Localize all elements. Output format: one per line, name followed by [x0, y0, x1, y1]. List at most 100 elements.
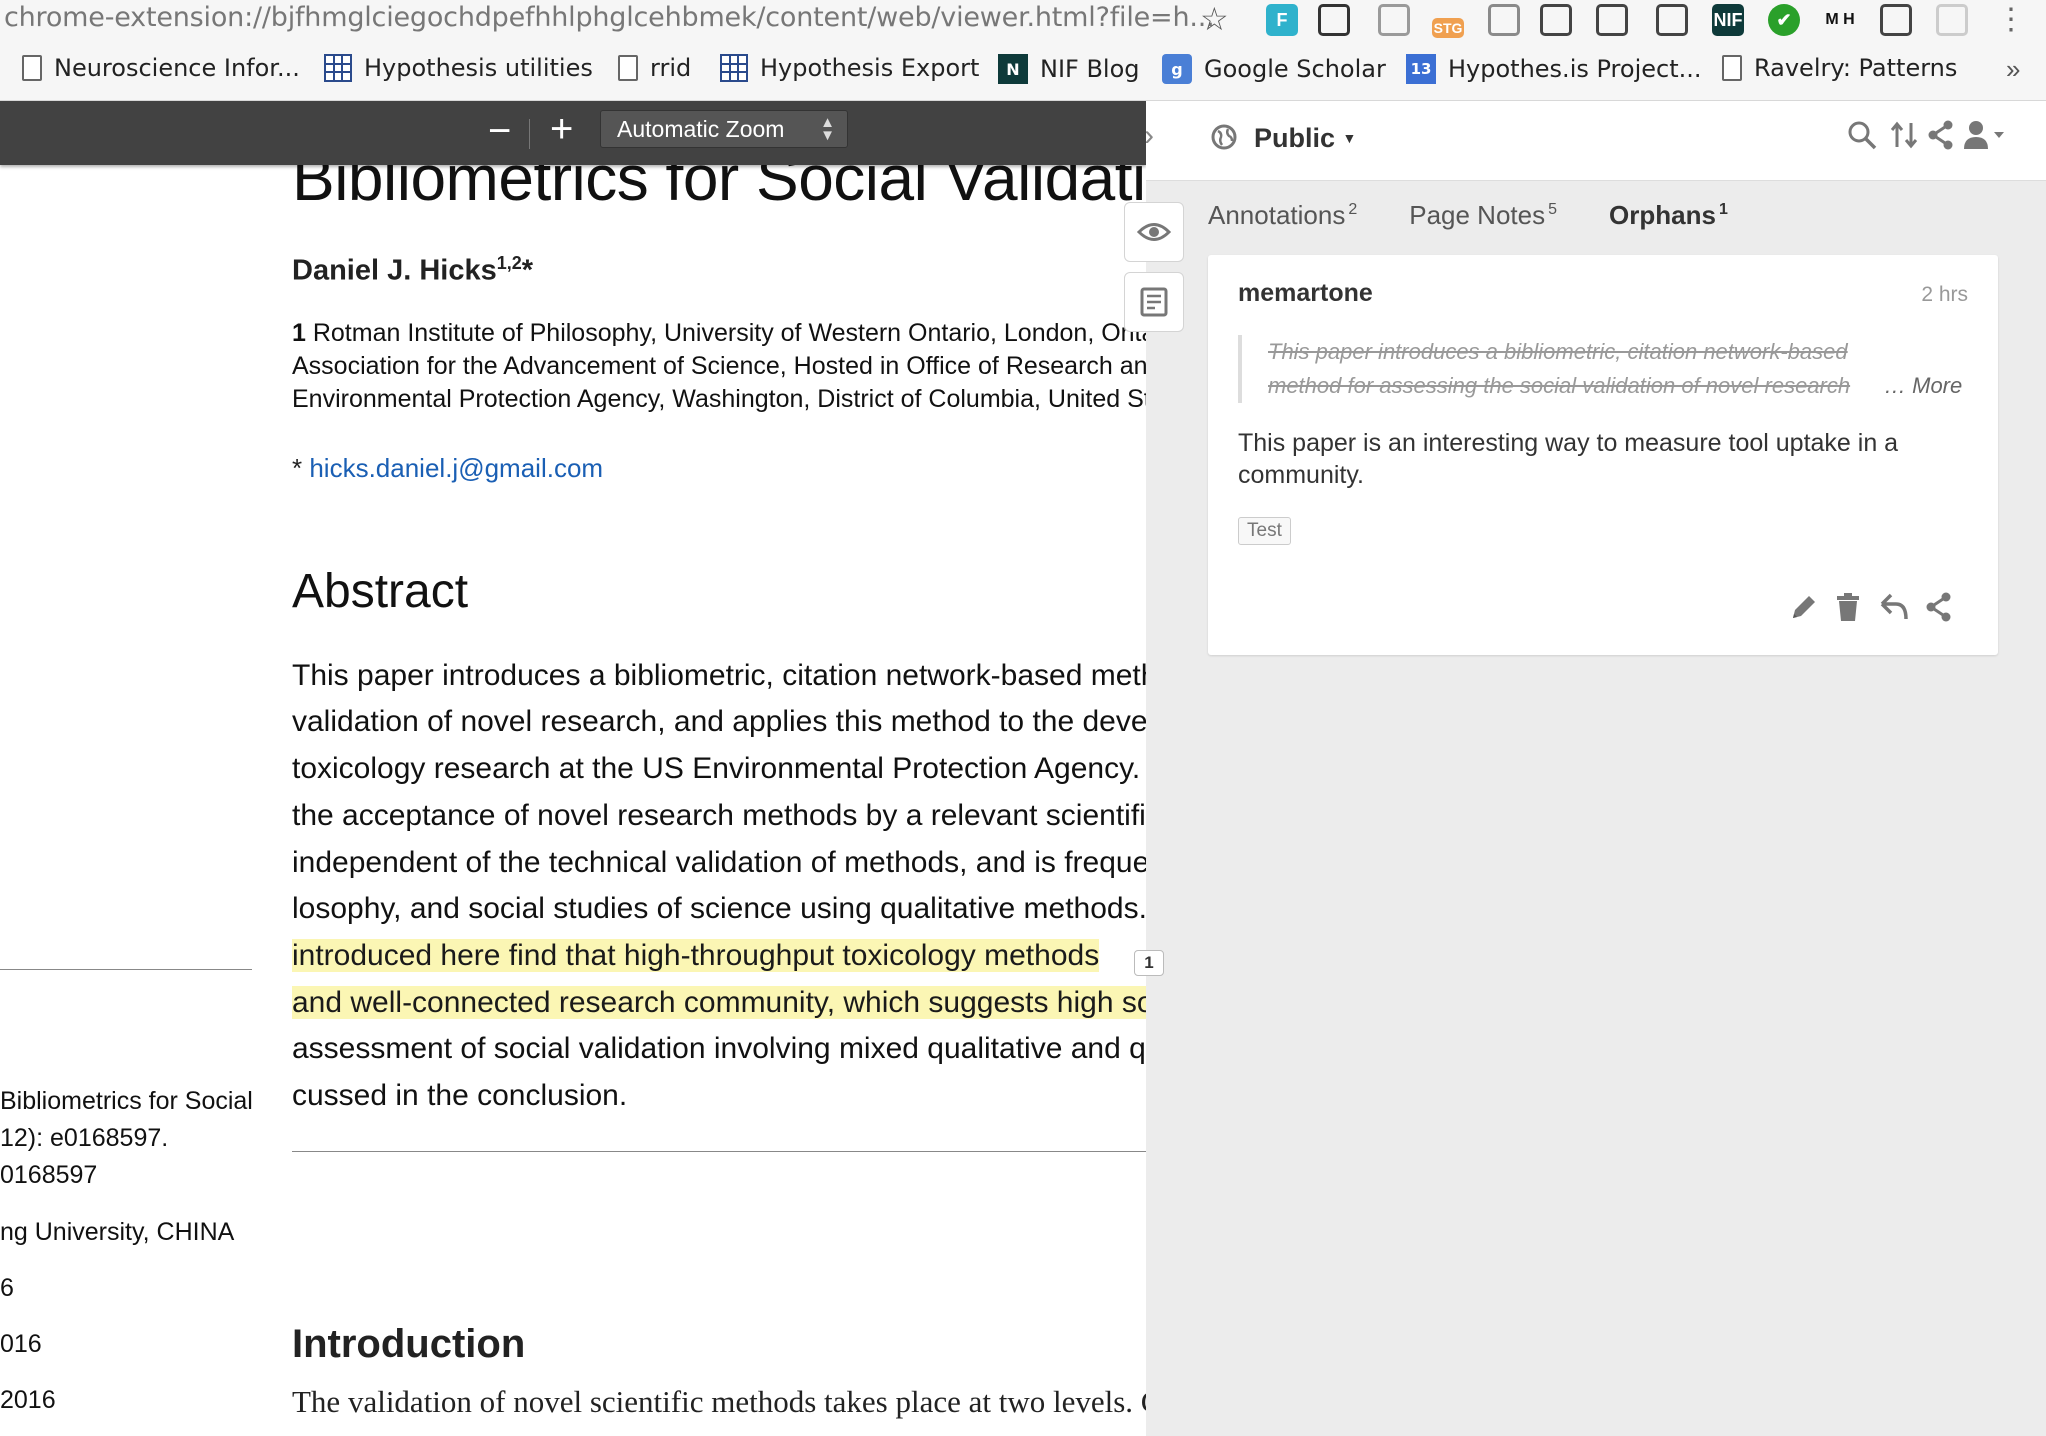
- grid-icon: [720, 54, 748, 82]
- share-icon[interactable]: [1924, 591, 1954, 623]
- bookmark-label: Ravelry: Patterns: [1754, 54, 1958, 82]
- sort-icon[interactable]: [1888, 119, 1920, 151]
- citation-text: Bibliometrics for Social: [0, 1087, 253, 1115]
- grid-icon: [324, 54, 352, 82]
- affiliation-number: 1: [292, 319, 306, 347]
- page-icon: [618, 55, 638, 81]
- annotation-count-bubble[interactable]: 1: [1134, 950, 1164, 976]
- email-link[interactable]: hicks.daniel.j@gmail.com: [309, 453, 603, 483]
- received-date: 6: [0, 1274, 14, 1302]
- abstract-line: validation of novel research, and applie…: [292, 705, 1146, 738]
- browser-address-bar: chrome-extension://bjfhmglciegochdpefhhl…: [0, 0, 2046, 42]
- toolbar-divider: [529, 119, 530, 149]
- select-arrows-icon: ▲ ▼: [820, 114, 835, 144]
- doi-text: 0168597: [0, 1161, 98, 1189]
- bookmark-item[interactable]: N NIF Blog: [998, 54, 1140, 84]
- abstract-line: independent of the technical validation …: [292, 846, 1146, 879]
- page-icon: [22, 55, 42, 81]
- bookmark-item[interactable]: Hypothesis Export: [720, 54, 979, 82]
- speech-bubble-extension-icon[interactable]: [1318, 4, 1350, 36]
- tab-label: Annotations: [1208, 200, 1346, 230]
- slash-extension-icon-2[interactable]: [1880, 4, 1912, 36]
- tab-page-notes[interactable]: Page Notes 5: [1409, 200, 1557, 231]
- toggle-highlights-button[interactable]: [1124, 202, 1184, 262]
- pdf-toolbar: − + Automatic Zoom ▲ ▼: [0, 101, 1146, 165]
- comment-extension-icon[interactable]: [1936, 4, 1968, 36]
- bookmark-item[interactable]: Neuroscience Infor...: [22, 54, 300, 82]
- tab-annotations[interactable]: Annotations 2: [1208, 200, 1357, 231]
- zoom-select[interactable]: Automatic Zoom ▲ ▼: [600, 110, 848, 148]
- grey-bubble-extension-icon[interactable]: [1488, 4, 1520, 36]
- tab-orphans[interactable]: Orphans 1: [1609, 200, 1728, 231]
- group-selector[interactable]: Public ▼: [1254, 123, 1356, 154]
- reply-icon[interactable]: [1878, 591, 1910, 623]
- stg-extension-icon[interactable]: STG: [1432, 18, 1464, 38]
- abstract-line: the acceptance of novel research methods…: [292, 799, 1146, 832]
- flag-extension-icon[interactable]: [1540, 4, 1572, 36]
- highlighted-text[interactable]: and well-connected research community, w…: [292, 986, 1146, 1019]
- mh-extension-icon[interactable]: M H: [1824, 4, 1856, 36]
- annotation-card[interactable]: memartone 2 hrs This paper introduces a …: [1208, 255, 1998, 655]
- abstract-line: introduced here find that high-throughpu…: [292, 933, 1100, 979]
- google-scholar-icon: g: [1162, 54, 1192, 84]
- abstract-text: losophy, and social studies of science u…: [292, 892, 1146, 925]
- share-icon[interactable]: [1926, 119, 1956, 151]
- annotation-tag[interactable]: Test: [1238, 517, 1291, 545]
- caret-down-icon: ▼: [1342, 130, 1357, 146]
- group-name: Public: [1254, 123, 1336, 153]
- hypothesis-f-extension-icon[interactable]: F: [1266, 4, 1298, 36]
- tab-count: 5: [1548, 201, 1558, 219]
- accepted-date: 016: [0, 1330, 42, 1358]
- affiliation-line: Environmental Protection Agency, Washing…: [292, 385, 1146, 413]
- bookmarks-bar: » Neuroscience Infor... Hypothesis utilit…: [0, 42, 2046, 101]
- checkmark-extension-icon[interactable]: ✔: [1768, 4, 1800, 36]
- author-name: Daniel J. Hicks: [292, 254, 497, 287]
- abstract-line: cussed in the conclusion.: [292, 1079, 628, 1112]
- introduction-heading: Introduction: [292, 1322, 526, 1366]
- pen-extension-icon[interactable]: [1656, 4, 1688, 36]
- incognito-extension-icon[interactable]: [1378, 4, 1410, 36]
- sidebar-top-bar: › Public ▼: [1144, 101, 2046, 181]
- new-page-note-button[interactable]: [1124, 272, 1184, 332]
- tab-label: Orphans: [1609, 200, 1716, 230]
- annotation-timestamp[interactable]: 2 hrs: [1921, 283, 1968, 307]
- page-icon: [1722, 55, 1742, 81]
- published-date: 2016: [0, 1386, 56, 1414]
- bookmark-item[interactable]: Ravelry: Patterns: [1722, 54, 1957, 82]
- affiliation-line: 1 Rotman Institute of Philosophy, Univer…: [292, 319, 1146, 348]
- zoom-out-button[interactable]: −: [488, 111, 511, 151]
- bookmark-item[interactable]: Hypothesis utilities: [324, 54, 593, 82]
- affiliation-text: Rotman Institute of Philosophy, Universi…: [305, 319, 1146, 347]
- abstract-line: This paper introduces a bibliometric, ci…: [292, 659, 1146, 692]
- bookmark-item[interactable]: rrid: [618, 54, 691, 82]
- edit-icon[interactable]: [1788, 591, 1820, 623]
- annotation-body: This paper is an interesting way to meas…: [1238, 429, 1899, 489]
- slash-extension-icon[interactable]: [1596, 4, 1628, 36]
- nif-extension-icon[interactable]: NIF: [1712, 4, 1744, 36]
- quote-line: method for assessing the social validati…: [1268, 373, 1851, 398]
- author-corresponding-star: *: [521, 254, 534, 287]
- url-field[interactable]: chrome-extension://bjfhmglciegochdpefhhl…: [4, 2, 1215, 33]
- citation-text: 12): e0168597.: [0, 1124, 169, 1152]
- delete-icon[interactable]: [1834, 591, 1862, 623]
- bookmark-label: Hypothes.is Project...: [1448, 55, 1702, 83]
- email-line: * hicks.daniel.j@gmail.com: [292, 453, 603, 484]
- annotation-sidebar: › Public ▼ Annotations 2 Page Notes 5 Or…: [1144, 101, 2046, 1436]
- bookmark-label: Neuroscience Infor...: [54, 54, 300, 82]
- bookmarks-overflow-button[interactable]: »: [2006, 54, 2020, 85]
- user-account-icon[interactable]: [1962, 119, 2006, 151]
- bookmark-star-icon[interactable]: ☆: [1200, 0, 1229, 38]
- bookmark-item[interactable]: g Google Scholar: [1162, 54, 1386, 84]
- tab-count: 1: [1718, 201, 1728, 219]
- bookmark-label: Hypothesis utilities: [364, 54, 593, 82]
- affiliation-line: Association for the Advancement of Scien…: [292, 352, 1146, 380]
- more-link[interactable]: … More: [1884, 369, 1962, 403]
- tab-count: 2: [1348, 201, 1358, 219]
- introduction-text: The validation of novel scientific metho…: [292, 1384, 1146, 1419]
- search-icon[interactable]: [1846, 119, 1878, 151]
- annotation-username[interactable]: memartone: [1238, 279, 1373, 308]
- highlighted-text[interactable]: introduced here find that high-throughpu…: [292, 939, 1100, 972]
- browser-menu-icon[interactable]: ⋮: [1996, 2, 2026, 37]
- bookmark-item[interactable]: 13 Hypothes.is Project...: [1406, 54, 1702, 84]
- zoom-in-button[interactable]: +: [550, 109, 573, 149]
